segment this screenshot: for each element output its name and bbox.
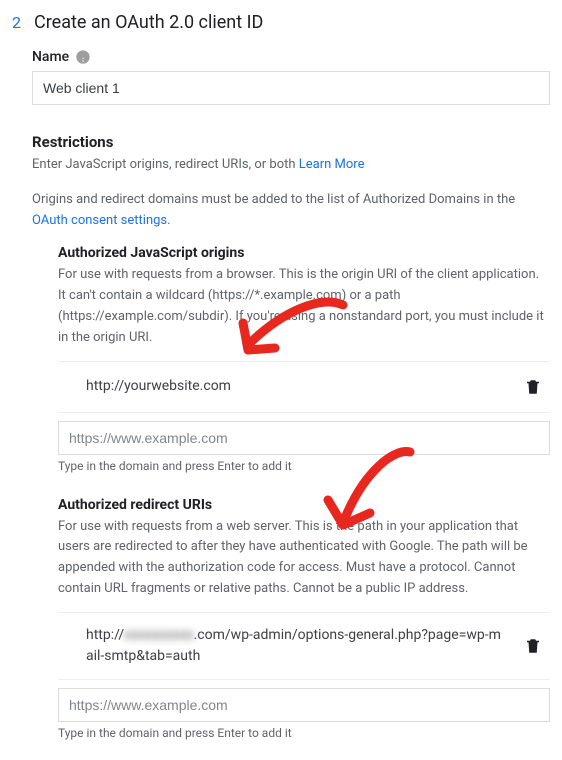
restrictions-intro-text: Enter JavaScript origins, redirect URIs,…: [32, 157, 299, 172]
name-input[interactable]: [32, 71, 550, 105]
redirect-uris-heading: Authorized redirect URIs: [58, 497, 550, 513]
name-label: Name: [32, 49, 69, 65]
js-origins-desc: For use with requests from a browser. Th…: [58, 265, 550, 348]
js-origin-entry: http://yourwebsite.com: [58, 361, 550, 413]
learn-more-link[interactable]: Learn More: [299, 157, 365, 172]
step-header: 2 Create an OAuth 2.0 client ID: [0, 12, 562, 39]
step-number: 2: [12, 13, 34, 32]
help-icon[interactable]: [75, 49, 91, 65]
step-title: Create an OAuth 2.0 client ID: [34, 12, 263, 33]
js-origins-heading: Authorized JavaScript origins: [58, 245, 550, 261]
js-origin-value: http://yourwebsite.com: [86, 376, 520, 397]
restrictions-intro: Enter JavaScript origins, redirect URIs,…: [32, 155, 550, 176]
redirect-uri-hint: Type in the domain and press Enter to ad…: [58, 726, 550, 740]
restrictions-section: Restrictions Enter JavaScript origins, r…: [0, 127, 562, 740]
restrictions-domains-note: Origins and redirect domains must be add…: [32, 188, 550, 232]
js-origins-section: Authorized JavaScript origins For use wi…: [32, 243, 550, 472]
redirect-uri-value: http://xxxxxxxxxx.com/wp-admin/options-g…: [86, 625, 520, 667]
redirect-uris-desc: For use with requests from a web server.…: [58, 517, 550, 600]
name-section: Name: [0, 39, 562, 105]
redirect-uri-prefix: http://: [86, 627, 124, 643]
domains-note-b: .: [167, 213, 170, 228]
js-origin-input[interactable]: [58, 421, 550, 455]
delete-redirect-uri-button[interactable]: [520, 633, 546, 659]
redirect-uris-section: Authorized redirect URIs For use with re…: [32, 495, 550, 740]
trash-icon: [524, 637, 542, 655]
js-origin-hint: Type in the domain and press Enter to ad…: [58, 459, 550, 473]
redirect-uri-entry: http://xxxxxxxxxx.com/wp-admin/options-g…: [58, 612, 550, 680]
oauth-consent-link[interactable]: OAuth consent settings: [32, 213, 167, 228]
redirect-uri-input[interactable]: [58, 688, 550, 722]
redirect-uri-masked: xxxxxxxxxx: [124, 627, 193, 643]
trash-icon: [524, 378, 542, 396]
delete-js-origin-button[interactable]: [520, 374, 546, 400]
domains-note-a: Origins and redirect domains must be add…: [32, 192, 515, 207]
restrictions-heading: Restrictions: [32, 133, 550, 151]
